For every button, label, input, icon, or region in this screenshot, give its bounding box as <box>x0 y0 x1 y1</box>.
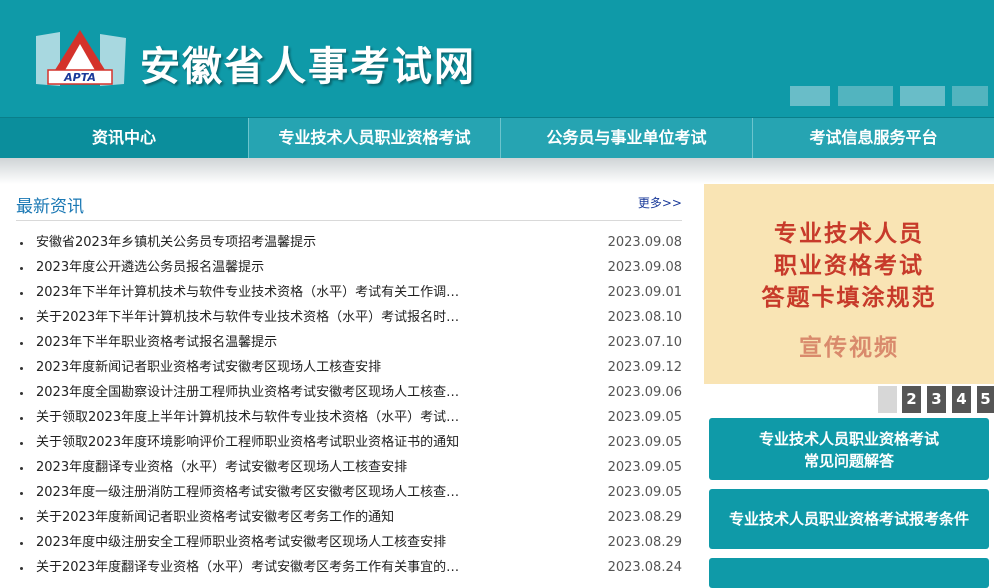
news-item[interactable]: 2023年度一级注册消防工程师资格考试安徽考区安徽考区现场人工核查… 2023.0… <box>16 480 682 505</box>
bullet-icon <box>20 492 23 495</box>
site-title: 安徽省人事考试网 <box>140 44 476 90</box>
bullet-icon <box>20 267 23 270</box>
news-item[interactable]: 关于2023年下半年计算机技术与软件专业技术资格（水平）考试报名时… 2023.0… <box>16 305 682 330</box>
slider-page-2[interactable]: 2 <box>902 386 921 413</box>
bullet-icon <box>20 517 23 520</box>
main-nav: 资讯中心 专业技术人员职业资格考试 公务员与事业单位考试 考试信息服务平台 <box>0 117 994 159</box>
news-item-date: 2023.09.05 <box>607 435 682 450</box>
news-item-date: 2023.09.01 <box>607 285 682 300</box>
nav-exam-service-platform[interactable]: 考试信息服务平台 <box>753 118 994 158</box>
news-item[interactable]: 2023年度公开遴选公务员报名温馨提示 2023.09.08 <box>16 255 682 280</box>
exam-conditions-button[interactable]: 专业技术人员职业资格考试报考条件 <box>709 489 989 549</box>
bullet-icon <box>20 467 23 470</box>
blurred-user-info <box>790 86 990 106</box>
news-item-title[interactable]: 2023年下半年职业资格考试报名温馨提示 <box>36 330 506 355</box>
news-item-date: 2023.09.06 <box>607 385 682 400</box>
answer-sheet-video-banner[interactable]: 专业技术人员 职业资格考试 答题卡填涂规范 宣传视频 <box>704 184 994 384</box>
svg-text:APTA: APTA <box>63 71 96 84</box>
banner-line-2: 职业资格考试 <box>774 253 924 279</box>
news-item-title[interactable]: 2023年度全国勘察设计注册工程师执业资格考试安徽考区现场人工核查… <box>36 380 506 405</box>
site-header: APTA 安徽省人事考试网 <box>0 0 994 117</box>
news-item-title[interactable]: 关于领取2023年度上半年计算机技术与软件专业技术资格（水平）考试… <box>36 405 506 430</box>
news-header: 最新资讯 更多>> <box>16 188 682 221</box>
faq-button[interactable]: 专业技术人员职业资格考试 常见问题解答 <box>709 418 989 480</box>
banner-line-4: 宣传视频 <box>799 335 899 361</box>
news-item[interactable]: 2023年下半年计算机技术与软件专业技术资格（水平）考试有关工作调… 2023.0… <box>16 280 682 305</box>
more-link[interactable]: 更多>> <box>638 194 682 211</box>
news-item-title[interactable]: 关于2023年下半年计算机技术与软件专业技术资格（水平）考试报名时… <box>36 305 506 330</box>
faq-button-line-2: 常见问题解答 <box>803 452 894 470</box>
news-item-date: 2023.07.10 <box>607 335 682 350</box>
news-item-title[interactable]: 安徽省2023年乡镇机关公务员专项招考温馨提示 <box>36 230 506 255</box>
slider-page-5[interactable]: 5 <box>977 386 994 413</box>
news-item-title[interactable]: 2023年度中级注册安全工程师职业资格考试安徽考区现场人工核查安排 <box>36 530 506 555</box>
news-item-title[interactable]: 2023年下半年计算机技术与软件专业技术资格（水平）考试有关工作调… <box>36 280 506 305</box>
news-item[interactable]: 关于领取2023年度上半年计算机技术与软件专业技术资格（水平）考试… 2023.0… <box>16 405 682 430</box>
news-item-date: 2023.08.29 <box>607 510 682 525</box>
faq-button-line-1: 专业技术人员职业资格考试 <box>758 430 939 448</box>
bullet-icon <box>20 317 23 320</box>
news-item-title[interactable]: 2023年度公开遴选公务员报名温馨提示 <box>36 255 506 280</box>
news-item[interactable]: 安徽省2023年乡镇机关公务员专项招考温馨提示 2023.09.08 <box>16 230 682 255</box>
bullet-icon <box>20 442 23 445</box>
bullet-icon <box>20 292 23 295</box>
banner-line-1: 专业技术人员 <box>774 221 924 247</box>
news-item-date: 2023.09.05 <box>607 460 682 475</box>
news-item[interactable]: 2023年度中级注册安全工程师职业资格考试安徽考区现场人工核查安排 2023.08… <box>16 530 682 555</box>
news-item-title[interactable]: 关于领取2023年度环境影响评价工程师职业资格考试职业资格证书的通知 <box>36 430 506 455</box>
bullet-icon <box>20 417 23 420</box>
bullet-icon <box>20 567 23 570</box>
news-item-date: 2023.09.05 <box>607 485 682 500</box>
bullet-icon <box>20 392 23 395</box>
slider-page-1[interactable]: 1 <box>878 386 897 413</box>
nav-shadow <box>0 158 994 184</box>
news-item-date: 2023.09.12 <box>607 360 682 375</box>
news-item-title[interactable]: 2023年度翻译专业资格（水平）考试安徽考区现场人工核查安排 <box>36 455 506 480</box>
news-item[interactable]: 2023年度翻译专业资格（水平）考试安徽考区现场人工核查安排 2023.09.05 <box>16 455 682 480</box>
news-item-date: 2023.08.10 <box>607 310 682 325</box>
news-item-date: 2023.09.05 <box>607 410 682 425</box>
news-item-title[interactable]: 关于2023年度新闻记者职业资格考试安徽考区考务工作的通知 <box>36 505 506 530</box>
bullet-icon <box>20 342 23 345</box>
news-item[interactable]: 关于2023年度翻译专业资格（水平）考试安徽考区考务工作有关事宜的… 2023.0… <box>16 555 682 580</box>
news-item[interactable]: 2023年度新闻记者职业资格考试安徽考区现场人工核查安排 2023.09.12 <box>16 355 682 380</box>
nav-civil-service-exams[interactable]: 公务员与事业单位考试 <box>501 118 753 158</box>
news-item[interactable]: 关于领取2023年度环境影响评价工程师职业资格考试职业资格证书的通知 2023.0… <box>16 430 682 455</box>
nav-info-center[interactable]: 资讯中心 <box>0 118 249 158</box>
news-item-date: 2023.09.08 <box>607 235 682 250</box>
side-button-partial[interactable] <box>709 558 989 588</box>
slider-page-3[interactable]: 3 <box>927 386 946 413</box>
news-section-title: 最新资讯 <box>16 197 84 217</box>
nav-professional-exams[interactable]: 专业技术人员职业资格考试 <box>249 118 501 158</box>
news-item-title[interactable]: 2023年度一级注册消防工程师资格考试安徽考区安徽考区现场人工核查… <box>36 480 506 505</box>
bullet-icon <box>20 242 23 245</box>
news-item-title[interactable]: 关于2023年度翻译专业资格（水平）考试安徽考区考务工作有关事宜的… <box>36 555 506 580</box>
news-item-date: 2023.08.24 <box>607 560 682 575</box>
slider-page-4[interactable]: 4 <box>952 386 971 413</box>
news-item[interactable]: 关于2023年度新闻记者职业资格考试安徽考区考务工作的通知 2023.08.29 <box>16 505 682 530</box>
bullet-icon <box>20 367 23 370</box>
news-item-date: 2023.08.29 <box>607 535 682 550</box>
news-list: 安徽省2023年乡镇机关公务员专项招考温馨提示 2023.09.08 2023年度… <box>16 230 682 580</box>
bullet-icon <box>20 542 23 545</box>
news-item-date: 2023.09.08 <box>607 260 682 275</box>
news-item-title[interactable]: 2023年度新闻记者职业资格考试安徽考区现场人工核查安排 <box>36 355 506 380</box>
news-item[interactable]: 2023年度全国勘察设计注册工程师执业资格考试安徽考区现场人工核查… 2023.0… <box>16 380 682 405</box>
news-item[interactable]: 2023年下半年职业资格考试报名温馨提示 2023.07.10 <box>16 330 682 355</box>
banner-line-3: 答题卡填涂规范 <box>761 285 937 311</box>
apta-logo[interactable]: APTA <box>30 26 130 90</box>
